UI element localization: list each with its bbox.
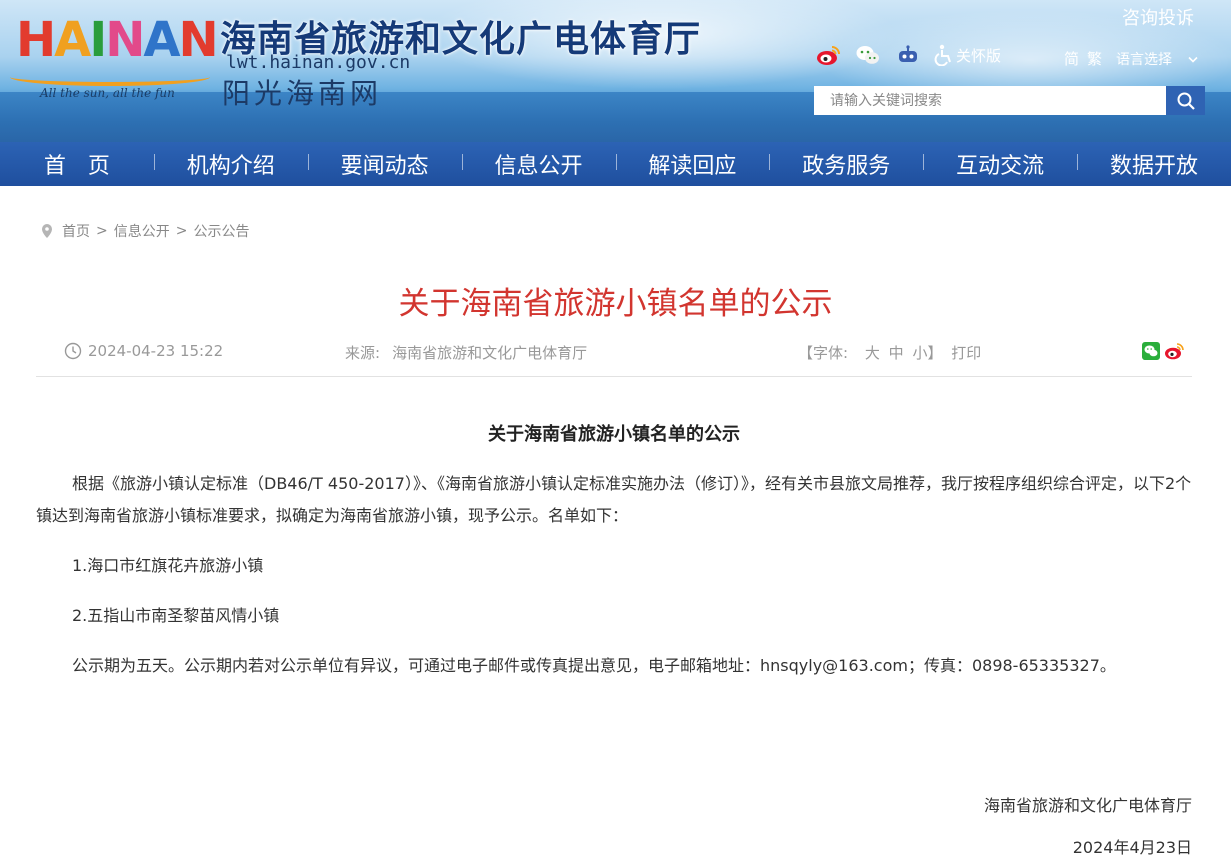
article-paragraph: 根据《旅游小镇认定标准（DB46/T 450-2017）》、《海南省旅游小镇认定…	[36, 474, 1192, 525]
font-label: 【字体:	[798, 344, 849, 362]
publish-date-text: 2024-04-23 15:22	[88, 342, 224, 360]
font-small-button[interactable]: 小】	[912, 344, 942, 362]
wechat-icon[interactable]	[854, 43, 882, 67]
language-switcher: 简 繁 语言选择	[1064, 48, 1206, 69]
site-domain: lwt.hainan.gov.cn	[226, 52, 411, 73]
chevron-down-icon	[1188, 56, 1199, 63]
wheelchair-icon[interactable]	[934, 43, 954, 67]
wechat-share-icon[interactable]	[1142, 342, 1160, 360]
language-select-label: 语言选择	[1116, 51, 1173, 68]
font-size-controls: 【字体: 大 中 小】 打印	[798, 342, 985, 363]
care-mode-link[interactable]: 关怀版	[956, 45, 1001, 66]
nav-organization[interactable]: 机构介绍	[153, 148, 308, 180]
nav-home[interactable]: 首 页	[0, 148, 154, 180]
page-title: 关于海南省旅游小镇名单的公示	[398, 286, 833, 322]
robot-icon[interactable]	[894, 43, 922, 67]
article-signature: 海南省旅游和文化广电体育厅 2024年4月23日	[984, 790, 1192, 857]
weibo-icon[interactable]	[814, 43, 842, 67]
nav-info-disclosure[interactable]: 信息公开	[461, 148, 616, 180]
clock-icon	[64, 342, 82, 360]
search-icon	[1177, 92, 1195, 110]
nav-government-services[interactable]: 政务服务	[769, 148, 923, 180]
nav-open-data[interactable]: 数据开放	[1077, 148, 1231, 180]
location-pin-icon	[42, 224, 52, 238]
breadcrumb-announcements[interactable]: 公示公告	[193, 221, 249, 241]
weibo-share-icon[interactable]	[1164, 342, 1184, 360]
header-toolbar: 关怀版	[814, 40, 1001, 70]
nav-interpretation[interactable]: 解读回应	[615, 148, 770, 180]
site-subtitle: 阳光海南网	[222, 77, 383, 110]
hainan-logo[interactable]: HAINAN All the sun, all the fun	[6, 4, 219, 104]
font-medium-button[interactable]: 中	[889, 344, 904, 362]
logo-wordmark: HAINAN	[16, 12, 219, 68]
article-list-item: 2.五指山市南圣黎苗风情小镇	[72, 606, 280, 625]
source-value: 海南省旅游和文化广电体育厅	[392, 344, 588, 362]
breadcrumb-home[interactable]: 首页	[62, 221, 90, 241]
signature-organization: 海南省旅游和文化广电体育厅	[983, 796, 1192, 815]
breadcrumb: 首页 > 信息公开 > 公示公告	[40, 221, 249, 241]
breadcrumb-separator: >	[96, 223, 108, 239]
breadcrumb-info-disclosure[interactable]: 信息公开	[114, 221, 170, 241]
nav-interaction[interactable]: 互动交流	[923, 148, 1077, 180]
header-banner: HAINAN All the sun, all the fun 海南省旅游和文化…	[0, 0, 1231, 142]
share-buttons	[1142, 342, 1184, 360]
nav-news[interactable]: 要闻动态	[307, 148, 462, 180]
article-content: 根据《旅游小镇认定标准（DB46/T 450-2017）》、《海南省旅游小镇认定…	[36, 468, 1192, 700]
font-large-button[interactable]: 大	[865, 344, 880, 362]
main-nav: 首 页 机构介绍 要闻动态 信息公开 解读回应 政务服务 互动交流 数据开放	[0, 142, 1231, 186]
search-bar	[814, 86, 1205, 115]
article-source: 来源: 海南省旅游和文化广电体育厅	[345, 342, 587, 363]
logo-swoosh	[10, 68, 210, 86]
article-list-item: 1.海口市红旗花卉旅游小镇	[72, 556, 264, 575]
article-title: 关于海南省旅游小镇名单的公示	[488, 424, 740, 445]
article-meta: 2024-04-23 15:22 来源: 海南省旅游和文化广电体育厅 【字体: 大…	[36, 330, 1192, 377]
search-input[interactable]	[814, 86, 1166, 115]
source-label: 来源:	[345, 344, 381, 362]
print-button[interactable]: 打印	[951, 344, 981, 362]
consult-complaint-link[interactable]: 咨询投诉	[1122, 4, 1194, 30]
simplified-chinese-link[interactable]: 简	[1064, 48, 1079, 69]
search-button[interactable]	[1166, 86, 1205, 115]
traditional-chinese-link[interactable]: 繁	[1087, 48, 1102, 69]
article-paragraph: 公示期为五天。公示期内若对公示单位有异议，可通过电子邮件或传真提出意见，电子邮箱…	[72, 656, 1116, 675]
language-select[interactable]: 语言选择	[1116, 49, 1199, 69]
breadcrumb-separator: >	[175, 223, 188, 239]
signature-date: 2024年4月23日	[1072, 838, 1192, 857]
publish-date: 2024-04-23 15:22	[64, 342, 223, 360]
logo-slogan: All the sun, all the fun	[40, 86, 175, 100]
